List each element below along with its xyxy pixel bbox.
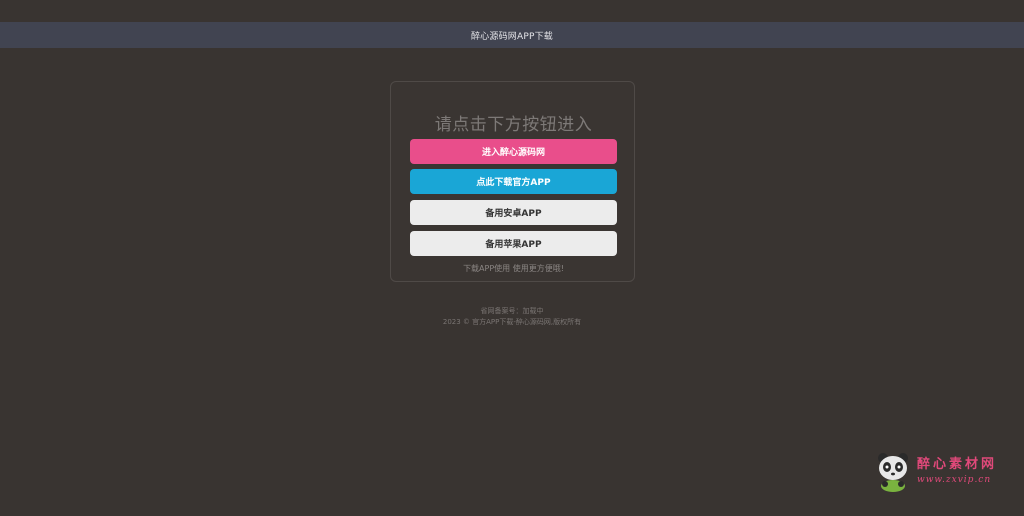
- page: 醉心源码网APP下载 请点击下方按钮进入 进入醉心源码网 点此下载官方APP 备…: [0, 0, 1024, 516]
- footer: 省网备案号：加载中 2023 © 官方APP下载-醉心源码网,版权所有: [0, 306, 1024, 328]
- download-app-button[interactable]: 点此下载官方APP: [410, 169, 617, 194]
- ios-app-button[interactable]: 备用苹果APP: [410, 231, 617, 256]
- header-title: 醉心源码网APP下载: [470, 31, 553, 42]
- footer-icp: 省网备案号：加载中: [480, 307, 544, 315]
- enter-site-button-label: 进入醉心源码网: [481, 148, 545, 158]
- ios-app-button-label: 备用苹果APP: [485, 240, 542, 250]
- watermark-url: www.zxvip.cn: [917, 475, 992, 485]
- android-app-button-label: 备用安卓APP: [485, 209, 542, 219]
- watermark: 醉心素材网 www.zxvip.cn: [873, 450, 1023, 495]
- enter-site-button[interactable]: 进入醉心源码网: [410, 139, 617, 164]
- android-app-button[interactable]: 备用安卓APP: [410, 200, 617, 225]
- download-app-button-label: 点此下载官方APP: [476, 178, 551, 188]
- download-card: 请点击下方按钮进入 进入醉心源码网 点此下载官方APP 备用安卓APP 备用苹果…: [390, 81, 635, 282]
- watermark-text: 醉心素材网: [917, 457, 998, 472]
- header-bar: 醉心源码网APP下载: [0, 22, 1024, 48]
- card-heading: 请点击下方按钮进入: [434, 115, 593, 135]
- footer-copyright: 2023 © 官方APP下载-醉心源码网,版权所有: [442, 318, 582, 326]
- card-note: 下载APP使用 使用更方便哦!: [463, 264, 564, 273]
- panda-logo-icon: [878, 453, 908, 492]
